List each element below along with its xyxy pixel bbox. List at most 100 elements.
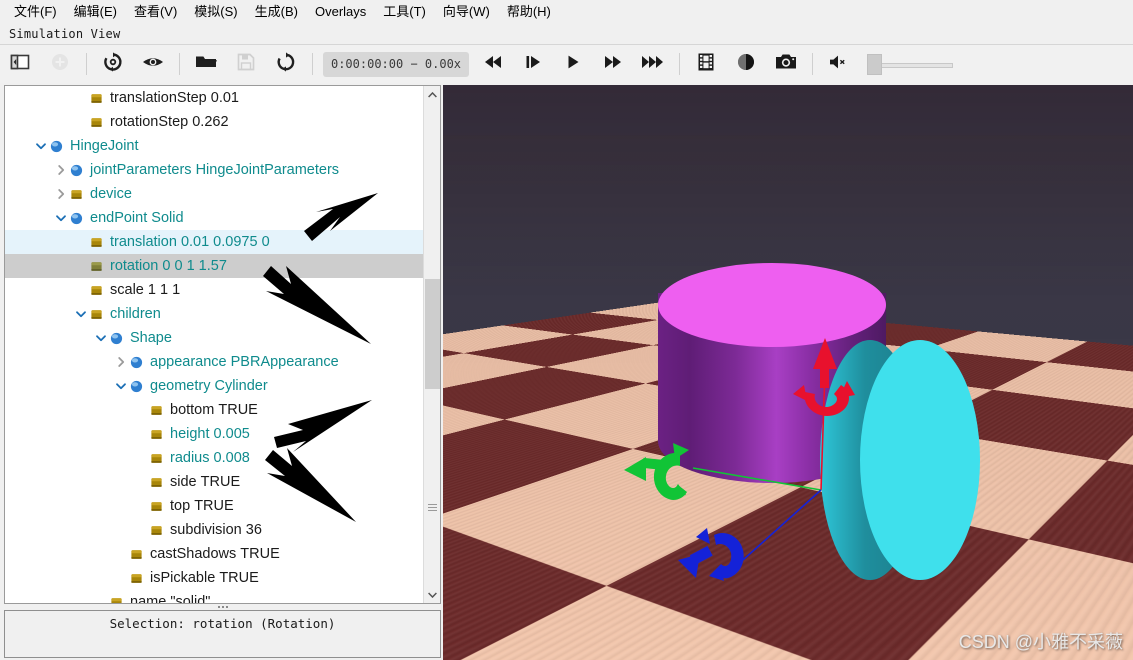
volume-slider[interactable] xyxy=(867,51,955,77)
tree-item-value: 0.005 xyxy=(213,426,250,442)
field-square-icon xyxy=(89,283,104,298)
tree-item-radius[interactable]: radius 0.008 xyxy=(5,446,425,470)
menu-simulation[interactable]: 模拟(S) xyxy=(186,2,246,22)
tree-item-device[interactable]: device xyxy=(5,182,425,206)
tree-item-appearance[interactable]: appearance PBRAppearance xyxy=(5,350,425,374)
chevron-down-icon[interactable] xyxy=(73,306,89,322)
view-eye-button[interactable] xyxy=(133,47,173,81)
tree-item-jointParameters[interactable]: jointParameters HingeJointParameters xyxy=(5,158,425,182)
twisty-empty-icon xyxy=(73,258,89,274)
play-button[interactable] xyxy=(553,47,593,81)
scroll-up-arrow[interactable] xyxy=(424,86,440,103)
tree-item-value: "solid" xyxy=(170,594,211,603)
scene-tree-panel: translationStep 0.01 rotationStep 0.262 Hi… xyxy=(4,85,441,604)
chevron-right-icon[interactable] xyxy=(53,162,69,178)
tree-indent-spacer xyxy=(5,170,53,171)
scroll-grip-icon xyxy=(428,504,437,511)
field-square-icon xyxy=(149,523,164,538)
tree-item-isPickable[interactable]: isPickable TRUE xyxy=(5,566,425,590)
chevron-down-icon[interactable] xyxy=(53,210,69,226)
sound-button[interactable] xyxy=(819,47,859,81)
tree-scroll-thumb[interactable] xyxy=(425,279,440,389)
tree-item-value: 0.01 0.0975 0 xyxy=(180,234,270,250)
add-node-button[interactable] xyxy=(40,47,80,81)
chevron-right-icon[interactable] xyxy=(113,354,129,370)
tree-item-Shape[interactable]: Shape xyxy=(5,326,425,350)
tree-indent-spacer xyxy=(5,242,73,243)
menu-build[interactable]: 生成(B) xyxy=(247,2,307,22)
tree-item-height[interactable]: height 0.005 xyxy=(5,422,425,446)
run-fast-button[interactable] xyxy=(633,47,673,81)
screenshot-button[interactable] xyxy=(766,47,806,81)
tree-item-subdivision[interactable]: subdivision 36 xyxy=(5,518,425,542)
menu-help[interactable]: 帮助(H) xyxy=(499,2,560,22)
save-world-button[interactable] xyxy=(226,47,266,81)
rewind-button[interactable] xyxy=(473,47,513,81)
tree-indent-spacer xyxy=(5,194,53,195)
tree-item-value: TRUE xyxy=(219,570,259,586)
tree-item-geometry[interactable]: geometry Cylinder xyxy=(5,374,425,398)
simulation-3d-viewport[interactable]: CSDN @小雅不采薇 xyxy=(443,85,1133,660)
tree-vertical-scrollbar[interactable] xyxy=(423,86,440,603)
tree-item-bottom[interactable]: bottom TRUE xyxy=(5,398,425,422)
tree-item-side[interactable]: side TRUE xyxy=(5,470,425,494)
menu-bar: 文件(F) 编辑(E) 查看(V) 模拟(S) 生成(B) Overlays 工具(T) 向导… xyxy=(0,0,1133,23)
disk-cyan[interactable] xyxy=(820,340,980,580)
node-sphere-icon xyxy=(69,163,84,178)
chevron-down-icon[interactable] xyxy=(33,138,49,154)
tree-item-translationStep[interactable]: translationStep 0.01 xyxy=(5,86,425,110)
volume-handle[interactable] xyxy=(867,54,882,75)
reset-simulation-button[interactable] xyxy=(266,47,306,81)
tree-indent-spacer xyxy=(5,314,73,315)
scroll-down-arrow[interactable] xyxy=(424,586,440,603)
twisty-empty-icon xyxy=(133,402,149,418)
simulation-timecode[interactable]: 0:00:00:00 − 0.00x xyxy=(323,51,469,77)
scene-background xyxy=(443,85,1133,135)
fast-forward-button[interactable] xyxy=(593,47,633,81)
tree-item-rotation[interactable]: rotation 0 0 1 1.57 xyxy=(5,254,425,278)
field-square-icon xyxy=(129,547,144,562)
field-square-icon xyxy=(149,475,164,490)
menu-tools[interactable]: 工具(T) xyxy=(375,2,435,22)
menu-file[interactable]: 文件(F) xyxy=(6,2,66,22)
tree-item-children[interactable]: children xyxy=(5,302,425,326)
menu-overlays[interactable]: Overlays xyxy=(307,2,375,22)
tree-indent-spacer xyxy=(5,506,133,507)
tree-item-endPoint[interactable]: endPoint Solid xyxy=(5,206,425,230)
tree-item-top[interactable]: top TRUE xyxy=(5,494,425,518)
tree-item-name[interactable]: name "solid" xyxy=(5,590,425,603)
tree-item-scale[interactable]: scale 1 1 1 xyxy=(5,278,425,302)
tree-item-value: PBRAppearance xyxy=(230,354,339,370)
field-square-icon xyxy=(89,235,104,250)
tree-item-label: rotationStep xyxy=(110,114,189,130)
menu-view[interactable]: 查看(V) xyxy=(126,2,186,22)
tree-item-rotationStep[interactable]: rotationStep 0.262 xyxy=(5,110,425,134)
eye-icon xyxy=(142,54,164,75)
field-square-icon xyxy=(109,595,124,603)
main-toolbar: 0:00:00:00 − 0.00x xyxy=(0,45,1133,83)
tree-item-castShadows[interactable]: castShadows TRUE xyxy=(5,542,425,566)
scene-tree-list[interactable]: translationStep 0.01 rotationStep 0.262 Hi… xyxy=(5,86,425,603)
chevron-down-icon[interactable] xyxy=(93,330,109,346)
tree-item-label: name xyxy=(130,594,167,603)
tree-item-label: device xyxy=(90,186,132,202)
animation-record-button[interactable] xyxy=(726,47,766,81)
toggle-sidebar-button[interactable] xyxy=(0,47,40,81)
open-world-button[interactable] xyxy=(186,47,226,81)
tree-item-label: jointParameters xyxy=(90,162,192,178)
step-button[interactable] xyxy=(513,47,553,81)
tree-item-label: isPickable xyxy=(150,570,216,586)
movie-record-button[interactable] xyxy=(686,47,726,81)
menu-edit[interactable]: 编辑(E) xyxy=(66,2,126,22)
reload-world-button[interactable] xyxy=(93,47,133,81)
tree-item-value: Solid xyxy=(151,210,184,226)
tree-item-value: TRUE xyxy=(194,498,234,514)
menu-wizards[interactable]: 向导(W) xyxy=(435,2,499,22)
tree-item-HingeJoint[interactable]: HingeJoint xyxy=(5,134,425,158)
tree-item-translation[interactable]: translation 0.01 0.0975 0 xyxy=(5,230,425,254)
chevron-down-icon[interactable] xyxy=(113,378,129,394)
tree-indent-spacer xyxy=(5,122,73,123)
twisty-empty-icon xyxy=(133,450,149,466)
tree-item-value: TRUE xyxy=(240,546,280,562)
chevron-right-icon[interactable] xyxy=(53,186,69,202)
